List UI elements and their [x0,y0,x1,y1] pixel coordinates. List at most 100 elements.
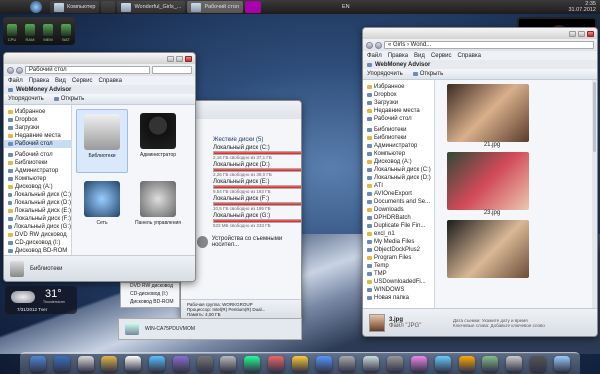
sidebar-item[interactable]: excl_n1 [363,230,434,238]
minimize-button[interactable] [569,30,576,37]
maximize-button[interactable] [578,30,585,37]
menu-file[interactable]: Файл [367,53,382,59]
language-indicator[interactable]: EN [342,4,350,10]
sidebar-item[interactable]: Дисковод (A:) [363,158,434,166]
task-desktop[interactable]: Рабочий стол [187,1,243,13]
dock-app-icon[interactable] [506,355,523,372]
path-field[interactable]: Рабочий стол [25,66,150,74]
sidebar-item[interactable]: Dropbox [4,116,71,124]
sidebar-header[interactable]: Рабочий стол [4,151,71,159]
menu-help[interactable]: Справка [457,53,481,59]
webmoney-bar[interactable]: WebMoney Advisor [4,85,195,94]
sidebar-item[interactable]: DVD RW дисковод [4,231,71,239]
drive-item[interactable]: Локальный диск (C:) 2,16 ГБ свободно из 3… [213,145,301,160]
sidebar-item[interactable]: TMP [363,270,434,278]
drive-item[interactable]: Локальный диск (E:) 9,54 ГБ свободно из 1… [213,179,301,194]
close-button[interactable] [587,30,594,37]
thumbnail-item[interactable]: 23.jpg [447,152,537,216]
tile-control-panel[interactable]: Панель управления [132,177,184,241]
dock-app-icon[interactable] [363,355,380,372]
sidebar-item[interactable]: Dropbox [363,91,434,99]
sidebar-header[interactable]: Библиотеки [363,126,434,134]
sidebar-item[interactable]: CD-дисковод (I:) [4,239,71,247]
scrollbar[interactable] [592,80,597,308]
tile-computer[interactable]: Компьютер [188,109,195,173]
maximize-button[interactable] [176,55,183,62]
menu-help[interactable]: Справка [98,78,122,84]
clock[interactable]: 2:35 31.07.2012 [568,1,596,13]
sidebar-item[interactable]: Duplicate File Fin... [363,222,434,230]
dock-app-icon[interactable] [387,355,404,372]
back-icon[interactable] [366,41,373,49]
open-button[interactable]: Открыть [412,71,443,77]
search-input[interactable] [152,66,192,74]
trash-icon[interactable] [220,355,237,372]
forward-icon[interactable] [375,41,382,49]
organize-button[interactable]: Упорядочить [367,71,403,77]
menu-edit[interactable]: Правка [29,78,49,84]
menu-view[interactable]: Вид [55,78,66,84]
dock-app-icon[interactable] [315,355,332,372]
sidebar-item[interactable]: Загрузки [4,124,71,132]
dock-app-icon[interactable] [268,355,285,372]
sidebar-item[interactable]: Локальный диск (D:) [4,199,71,207]
back-icon[interactable] [7,66,14,74]
path-field[interactable]: « Girls › Wond... [384,41,594,49]
removable-section[interactable]: Устройства со съемными носител... [181,230,301,248]
menu-view[interactable]: Вид [414,53,425,59]
sidebar-header[interactable]: Избранное [363,83,434,91]
task-media[interactable] [244,1,261,13]
sidebar-item[interactable]: Библиотеки [4,159,71,167]
sidebar-item[interactable]: Рабочий стол [363,115,434,123]
dock-app-icon[interactable] [482,355,499,372]
dock-app-icon[interactable] [529,355,546,372]
sidebar-item[interactable]: Локальный диск (G:) [4,223,71,231]
drive-item[interactable]: Локальный диск (F:) 10,5 ГБ свободно из 1… [213,196,301,211]
sidebar-item[interactable]: WINDOWS [363,286,434,294]
sidebar-item[interactable]: Новая папка [363,294,434,302]
dock-app-icon[interactable] [458,355,475,372]
sidebar-item[interactable]: AVIOneExport [363,190,434,198]
sidebar-item[interactable]: ObjectDockPlus2 [363,246,434,254]
folder-icon[interactable] [101,355,118,372]
sidebar-item[interactable]: Недавние места [4,132,71,140]
sidebar-item[interactable]: Локальный диск (C:) [4,191,71,199]
task-blank[interactable] [101,1,116,13]
sidebar-item[interactable]: Библиотеки [363,134,434,142]
menu-edit[interactable]: Правка [388,53,408,59]
sidebar-item[interactable]: My Media Files [363,238,434,246]
sidebar-item[interactable]: Загрузки [363,99,434,107]
drive-item[interactable]: Локальный диск (G:) 533 МБ свободно из 23… [213,213,301,228]
sidebar-item[interactable]: Локальный диск (C:) [363,166,434,174]
sidebar-item[interactable]: Temp [363,262,434,270]
dock-app-icon[interactable] [291,355,308,372]
weather-gadget[interactable]: 31° Thunderstorm 7/31/2012 Tver [5,286,77,314]
close-button[interactable] [185,55,192,62]
sidebar-item[interactable]: Локальный диск (E:) [4,207,71,215]
minimize-button[interactable] [167,55,174,62]
sidebar-item[interactable]: Documents and Se... [363,198,434,206]
itunes-icon[interactable] [148,355,165,372]
drive-item[interactable]: Локальный диск (D:) 2,26 ГБ свободно из 3… [213,162,301,177]
dock-app-icon[interactable] [553,355,570,372]
thumbnail-item[interactable]: 21.jpg [447,84,537,148]
finder-icon[interactable] [29,355,46,372]
menu-tools[interactable]: Сервис [72,78,93,84]
sidebar-item[interactable]: Локальный диск (F:) [4,215,71,223]
sidebar-item[interactable]: Дисковод BD-ROM [4,247,71,255]
sidebar-item[interactable]: Downloads [363,206,434,214]
photos-icon[interactable] [172,355,189,372]
dock-app-icon[interactable] [244,355,261,372]
sidebar-item[interactable]: USDownloadedFi... [363,278,434,286]
sidebar-item[interactable]: Program Files [363,254,434,262]
sidebar-item[interactable]: Администратор [363,142,434,150]
open-button[interactable]: Открыть [53,96,84,102]
menu-tools[interactable]: Сервис [431,53,452,59]
task-wonderful-girls[interactable]: Wonderful_Girls_... [117,1,186,13]
sidebar-item[interactable]: ATI [363,182,434,190]
dock-app-icon[interactable] [339,355,356,372]
dock-app-icon[interactable] [434,355,451,372]
tile-trash[interactable]: Корзина [188,177,195,241]
sidebar-item[interactable]: Недавние места [363,107,434,115]
sidebar-item[interactable]: Компьютер [363,150,434,158]
